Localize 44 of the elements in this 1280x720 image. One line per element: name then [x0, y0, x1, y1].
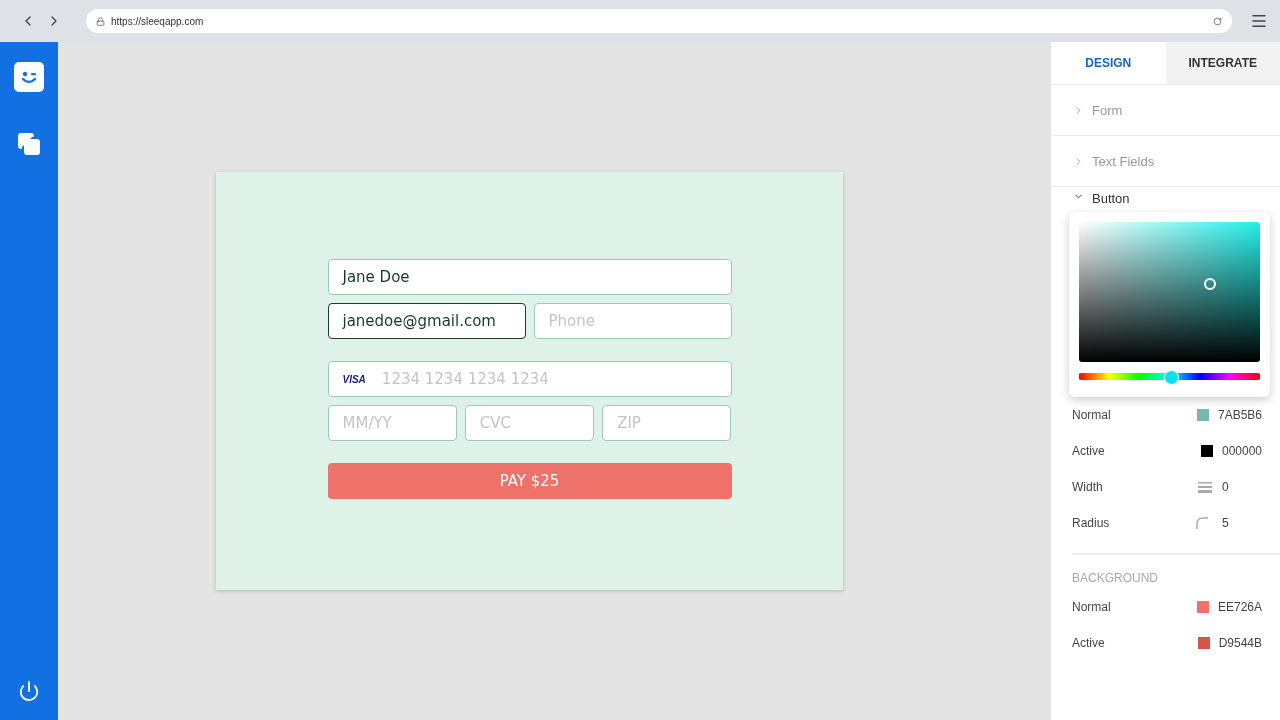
color-swatch[interactable] [1200, 445, 1213, 457]
property-label: Radius [1072, 516, 1111, 530]
field-value: Jane Doe [342, 268, 410, 286]
property-value[interactable]: D9544B [1218, 636, 1262, 650]
url-text: https://sleeqapp.com [111, 15, 205, 27]
property-value[interactable]: 000000 [1221, 444, 1262, 458]
address-bar[interactable]: https://sleeqapp.com [86, 9, 1232, 33]
property-label: Normal [1072, 408, 1112, 422]
color-swatch[interactable] [1196, 409, 1209, 421]
input-field[interactable]: Jane Doe [327, 259, 732, 295]
property-value[interactable]: 5 [1222, 516, 1262, 530]
card-brand-logo: VISA [342, 373, 366, 385]
section-heading: BACKGROUND [1071, 570, 1159, 587]
hue-slider[interactable] [1079, 370, 1260, 383]
field-placeholder: Phone [548, 312, 595, 330]
color-swatch[interactable] [1196, 601, 1209, 613]
field-placeholder: 1234 1234 1234 1234 [381, 370, 549, 388]
menu-icon[interactable] [1250, 12, 1268, 30]
corner-radius-icon [1196, 517, 1208, 529]
panel-tab[interactable]: INTEGRATE [1165, 42, 1280, 84]
property-label: Normal [1072, 600, 1112, 614]
smiley-logo-icon[interactable] [14, 62, 44, 92]
property-label: Active [1072, 636, 1106, 650]
lock-icon [96, 16, 105, 26]
card-number-field[interactable]: VISA 1234 1234 1234 1234 [327, 361, 732, 397]
input-field[interactable]: janedoe@gmail.com [327, 303, 526, 339]
property-value[interactable]: EE726A [1217, 600, 1262, 614]
power-icon[interactable] [18, 680, 40, 702]
field-placeholder: CVC [479, 414, 512, 432]
color-picker[interactable] [1069, 212, 1270, 397]
field-value: janedoe@gmail.com [342, 312, 496, 330]
property-label: Width [1072, 480, 1104, 494]
color-swatch[interactable] [1197, 637, 1210, 649]
field-placeholder: ZIP [617, 414, 641, 432]
property-label: Active [1072, 444, 1106, 458]
property-value[interactable]: 0 [1222, 480, 1262, 494]
picker-handle[interactable] [1203, 278, 1216, 290]
hue-thumb[interactable] [1163, 370, 1179, 385]
copy-icon[interactable] [17, 132, 41, 156]
property-value[interactable]: 7AB5B6 [1217, 408, 1262, 422]
saturation-area[interactable] [1079, 222, 1260, 362]
line-width-icon [1198, 481, 1212, 493]
reload-icon[interactable] [1213, 16, 1222, 26]
field-placeholder: MM/YY [342, 414, 392, 432]
